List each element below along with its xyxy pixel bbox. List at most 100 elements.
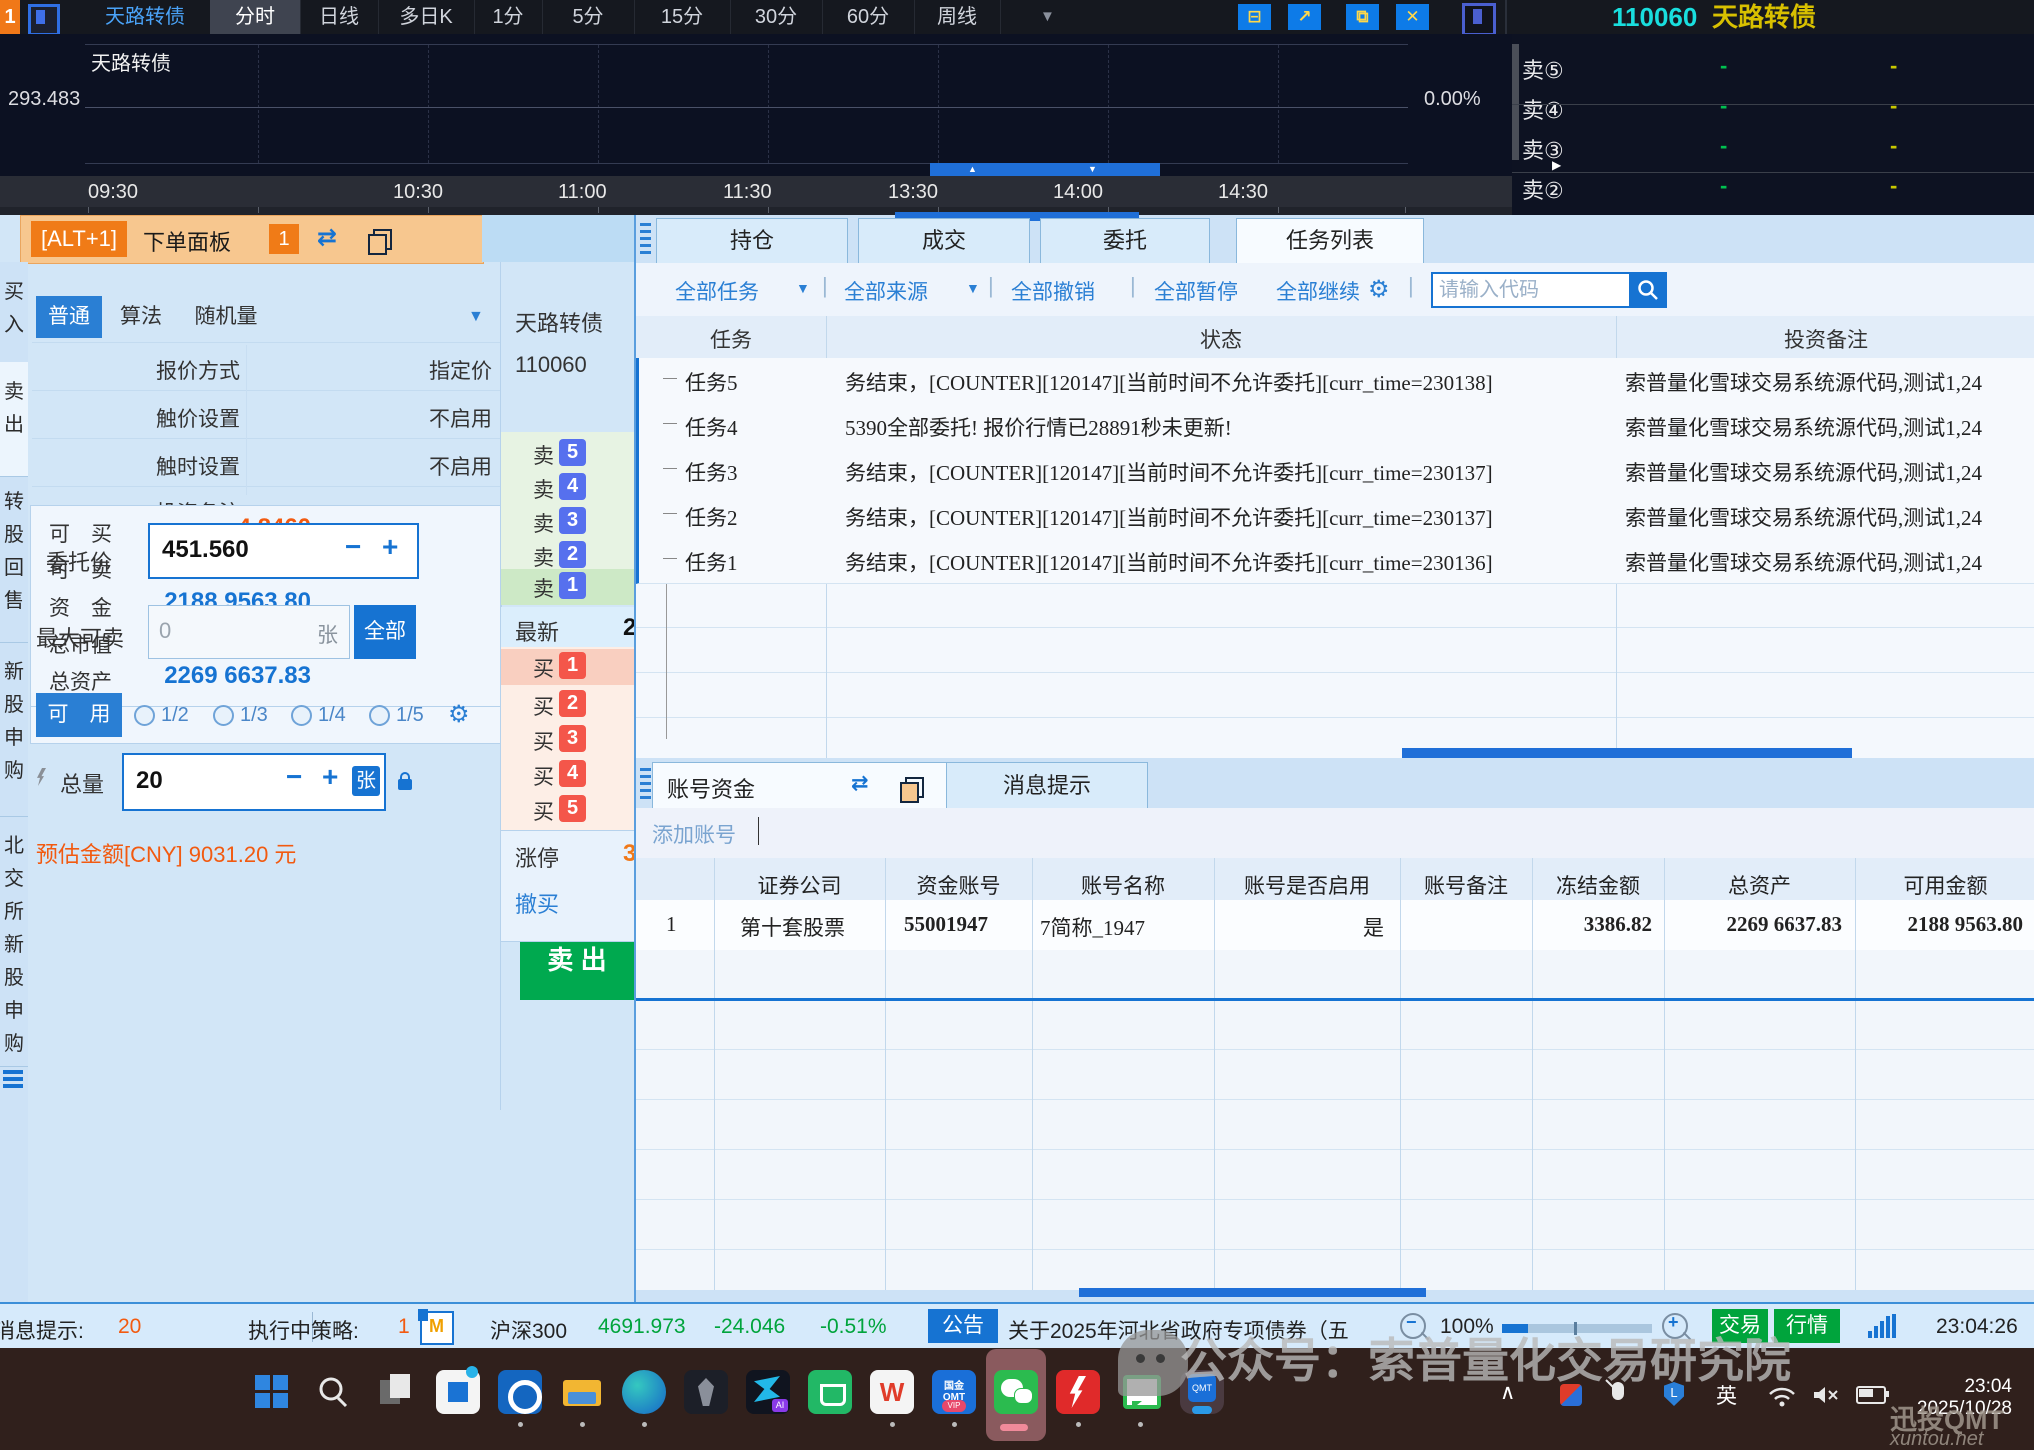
code-search-input[interactable] (1431, 272, 1633, 308)
col-enabled[interactable]: 账号是否启用 (1214, 870, 1400, 900)
task-row[interactable]: 任务3 务结束，[COUNTER][120147][当前时间不允许委托][cur… (636, 448, 2034, 494)
ai-assistant-icon[interactable]: AI (746, 1370, 790, 1414)
ladder-sell3[interactable]: 卖3 (501, 504, 635, 540)
qty-decrement-button[interactable]: − (286, 761, 302, 793)
col-frozen[interactable]: 冻结金额 (1532, 870, 1664, 900)
tab-15min[interactable]: 15分 (634, 0, 731, 34)
tab-orders[interactable]: 委托 (1040, 218, 1210, 264)
wechat-icon[interactable] (994, 1370, 1038, 1414)
taskbar-search-icon[interactable] (312, 1370, 356, 1414)
ladder-buy1-highlight[interactable]: 买1 (501, 649, 635, 685)
tab-intraday[interactable]: 分时 (210, 0, 301, 34)
fraction-radio-half[interactable] (134, 705, 155, 726)
popout-window-button[interactable]: ↗ (1288, 4, 1321, 30)
ladder-latest-row[interactable]: 最新 2 (501, 607, 635, 647)
account-duplicate-icon[interactable] (905, 777, 924, 798)
col-total-assets[interactable]: 总资产 (1664, 870, 1855, 900)
col-broker[interactable]: 证券公司 (714, 870, 885, 900)
task-view-icon[interactable] (374, 1370, 418, 1414)
limit-price-input[interactable]: 451.560 − + (148, 523, 419, 579)
link-window-button[interactable]: ⊟ (1238, 4, 1271, 30)
message-alert-count[interactable]: 20 (118, 1315, 141, 1339)
volume-muted-icon[interactable] (1812, 1384, 1840, 1411)
ask4-row[interactable]: 卖④ - - (1512, 87, 2034, 127)
price-decrement-button[interactable]: − (345, 531, 361, 563)
tasks-bottom-scrollbar[interactable] (1402, 748, 1852, 758)
tab-daily[interactable]: 日线 (300, 0, 379, 34)
task-row[interactable]: 任务5 务结束，[COUNTER][120147][当前时间不允许委托][cur… (636, 358, 2034, 404)
tab-task-list[interactable]: 任务列表 (1236, 218, 1424, 264)
action-pause-all[interactable]: 全部暂停 (1154, 276, 1238, 306)
action-cancel-all[interactable]: 全部撤销 (1011, 276, 1095, 306)
tab-account-funds[interactable]: 账号资金 ⇄ (652, 762, 948, 810)
index-name[interactable]: 沪深300 (490, 1315, 567, 1345)
close-window-button[interactable]: ✕ (1396, 4, 1429, 30)
mode-tab-normal[interactable]: 普通 (36, 296, 102, 338)
col-invest-note[interactable]: 投资备注 (1616, 324, 2034, 354)
filter-all-sources-caret-icon[interactable]: ▼ (966, 280, 980, 296)
outlook-icon[interactable] (498, 1370, 542, 1414)
expand-arrow-icon[interactable]: ▶ (1552, 158, 1561, 172)
tab-60min[interactable]: 60分 (822, 0, 915, 34)
fraction-settings-gear-icon[interactable]: ⚙ (448, 700, 470, 729)
tab-multiday[interactable]: 多日K (378, 0, 475, 34)
col-fund-account[interactable]: 资金账号 (885, 870, 1032, 900)
battery-icon[interactable] (1856, 1386, 1886, 1404)
filter-all-tasks[interactable]: 全部任务 (675, 276, 759, 306)
strategy-manager-icon[interactable]: M (420, 1311, 454, 1345)
intraday-chart[interactable]: 天路转债 293.483 0.00% ▲ ▼ 09:30 10:30 11:00… (0, 34, 1512, 215)
filter-all-tasks-caret-icon[interactable]: ▼ (796, 280, 810, 296)
tab-30min[interactable]: 30分 (730, 0, 823, 34)
ask2-row[interactable]: 卖② - - (1512, 167, 2034, 207)
search-button[interactable] (1629, 272, 1667, 308)
sidetab-sell[interactable]: 卖出 (0, 362, 28, 477)
app-store-green-icon[interactable] (808, 1370, 852, 1414)
scroll-down-icon[interactable]: ▼ (1088, 164, 1097, 174)
ask5-row[interactable]: 卖⑤ - - (1512, 47, 2034, 87)
ladder-buy3[interactable]: 买3 (501, 722, 635, 758)
sidetab-bse-ipo[interactable]: 北交所新股申购 (0, 820, 28, 1067)
panel-layout-icon[interactable] (28, 4, 60, 36)
tab-weekly[interactable]: 周线 (914, 0, 1001, 34)
field-value-trigger-price[interactable]: 不启用 (252, 403, 492, 433)
ladder-buy2[interactable]: 买2 (501, 687, 635, 723)
thunder-app-icon[interactable] (1056, 1370, 1100, 1414)
file-explorer-icon[interactable] (560, 1370, 604, 1414)
filter-all-sources[interactable]: 全部来源 (844, 276, 928, 306)
fraction-radio-third[interactable] (213, 705, 234, 726)
field-value-trigger-time[interactable]: 不启用 (252, 451, 492, 481)
order-panel-header[interactable]: [ALT+1] 下单面板 1 ⇄ (20, 215, 484, 264)
fraction-radio-quarter[interactable] (291, 705, 312, 726)
account-swap-icon[interactable]: ⇄ (851, 771, 869, 796)
task-row[interactable]: 任务4 5390全部委托! 报价行情已28891秒未更新! 索普量化雪球交易系统… (636, 403, 2034, 449)
ask1-row[interactable]: 卖① (1512, 205, 2034, 215)
field-value-quote-type[interactable]: 指定价 (252, 355, 492, 385)
panel-split-line[interactable] (636, 998, 2034, 1001)
tab-fills[interactable]: 成交 (858, 218, 1030, 264)
tab-1min[interactable]: 1分 (474, 0, 543, 34)
account-bottom-scrollbar[interactable] (1079, 1288, 1426, 1297)
ladder-buy4[interactable]: 买4 (501, 757, 635, 793)
announcement-button[interactable]: 公告 (928, 1309, 998, 1343)
qty-unit-badge[interactable]: 张 (352, 766, 380, 796)
mode-tab-random[interactable]: 随机量 (184, 296, 268, 338)
qty-increment-button[interactable]: + (322, 761, 338, 793)
ladder-sell1-selected[interactable]: 卖1 (501, 569, 635, 605)
action-resume-all[interactable]: 全部继续 (1276, 276, 1360, 306)
sidebar-toggle-icon[interactable] (1462, 3, 1496, 36)
sell-all-button[interactable]: 全部 (354, 605, 416, 659)
col-task[interactable]: 任务 (636, 324, 826, 354)
chart-scrollbar[interactable]: ▲ ▼ (930, 163, 1160, 176)
qty-lock-icon[interactable] (398, 779, 412, 790)
more-periods-caret-icon[interactable]: ▼ (1040, 8, 1055, 25)
cascade-window-button[interactable]: ⧉ (1346, 4, 1379, 30)
max-sell-input[interactable]: 0 张 (148, 605, 350, 659)
tab-instrument[interactable]: 天路转债 (80, 0, 211, 34)
tasks-settings-gear-icon[interactable]: ⚙ (1368, 275, 1390, 304)
tab-positions[interactable]: 持仓 (656, 218, 848, 264)
mode-tab-algo[interactable]: 算法 (112, 296, 170, 338)
tab-5min[interactable]: 5分 (542, 0, 635, 34)
scroll-up-icon[interactable]: ▲ (968, 164, 977, 174)
ask3-row[interactable]: 卖③ - - (1512, 127, 2034, 167)
tab-message-alerts[interactable]: 消息提示 (946, 762, 1148, 810)
